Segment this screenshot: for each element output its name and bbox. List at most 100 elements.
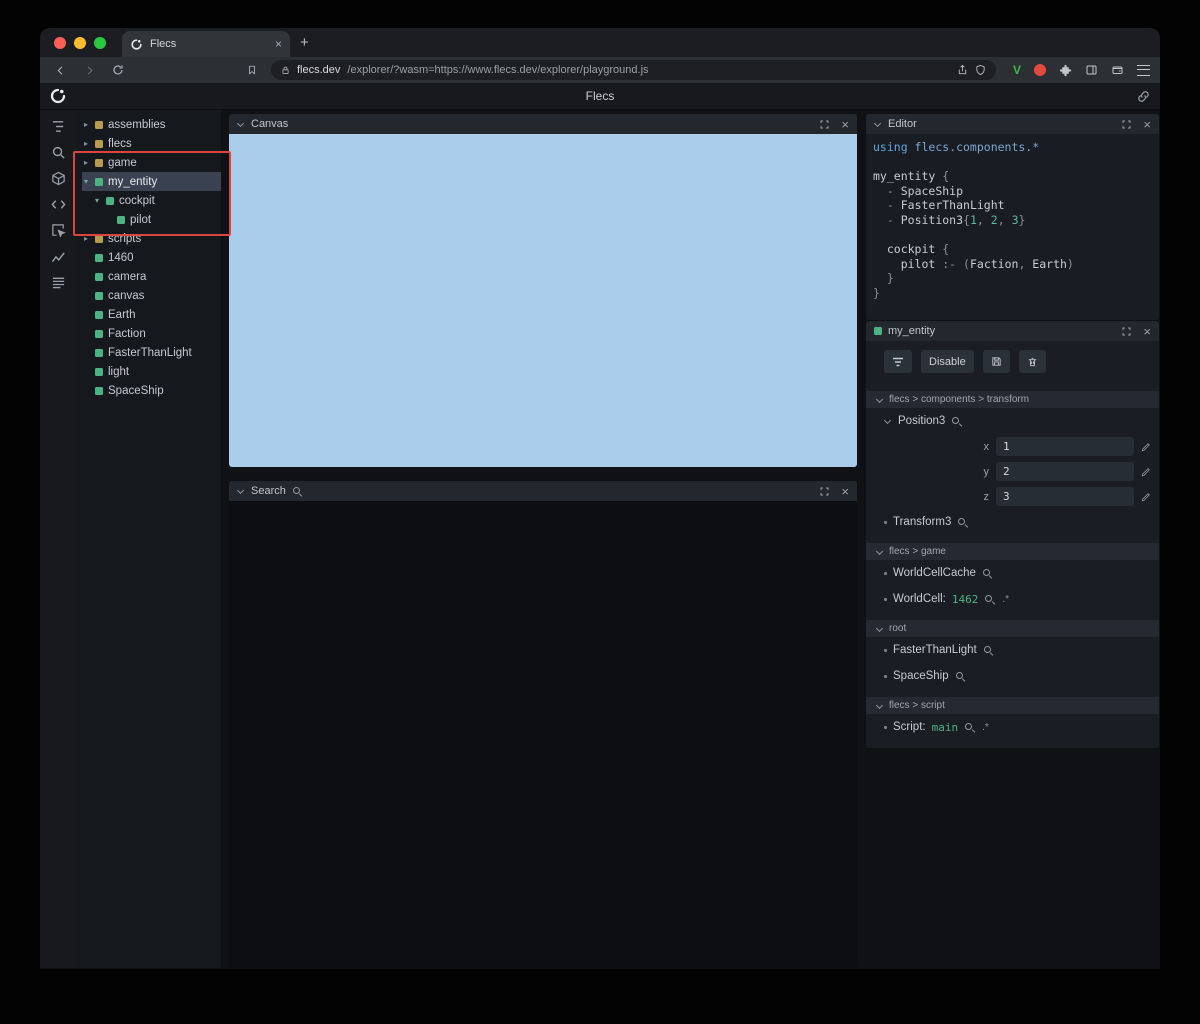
reload-icon[interactable] bbox=[108, 60, 128, 80]
chevron-down-icon[interactable] bbox=[237, 120, 245, 128]
entity-icon bbox=[95, 158, 103, 167]
inspector-section-header[interactable]: root bbox=[866, 620, 1159, 637]
tree-item-Earth[interactable]: Earth bbox=[82, 305, 221, 324]
vue-extension-icon[interactable]: V bbox=[1013, 63, 1021, 77]
fullscreen-icon[interactable] bbox=[1122, 327, 1131, 336]
tree-item-canvas[interactable]: canvas bbox=[82, 286, 221, 305]
inspector-section-header[interactable]: flecs > game bbox=[866, 543, 1159, 560]
tree-item-FasterThanLight[interactable]: FasterThanLight bbox=[82, 343, 221, 362]
component-row-WorldCell[interactable]: WorldCell: 1462 .* bbox=[866, 586, 1159, 612]
component-row-SpaceShip[interactable]: SpaceShip bbox=[866, 663, 1159, 689]
new-tab-button[interactable]: + bbox=[300, 34, 309, 51]
close-icon[interactable]: × bbox=[841, 118, 849, 131]
search-icon[interactable] bbox=[984, 594, 995, 605]
shield-icon[interactable] bbox=[975, 64, 986, 76]
delete-button[interactable] bbox=[1018, 350, 1046, 373]
field-value-input[interactable]: 1 bbox=[996, 437, 1134, 456]
filter-button[interactable] bbox=[884, 350, 912, 373]
field-value-input[interactable]: 3 bbox=[996, 487, 1134, 506]
red-extension-icon[interactable] bbox=[1034, 64, 1046, 76]
entity-icon bbox=[95, 329, 103, 338]
search-icon[interactable] bbox=[951, 416, 962, 427]
expand-arrow-icon[interactable]: ▸ bbox=[82, 139, 90, 148]
bullet-icon bbox=[884, 674, 887, 678]
share-icon[interactable] bbox=[957, 64, 968, 76]
wallet-icon[interactable] bbox=[1111, 64, 1124, 76]
puzzle-icon[interactable] bbox=[1059, 64, 1072, 77]
close-icon[interactable]: × bbox=[1143, 325, 1151, 338]
component-row-WorldCellCache[interactable]: WorldCellCache bbox=[866, 560, 1159, 586]
back-icon[interactable] bbox=[50, 60, 70, 80]
search-icon[interactable] bbox=[982, 568, 993, 579]
tab-close-icon[interactable]: × bbox=[275, 38, 282, 50]
tree-item-light[interactable]: light bbox=[82, 362, 221, 381]
window-controls bbox=[54, 36, 106, 49]
zoom-window-button[interactable] bbox=[94, 36, 106, 49]
tree-item-label: Earth bbox=[108, 308, 136, 321]
tree-item-Faction[interactable]: Faction bbox=[82, 324, 221, 343]
component-row-Script[interactable]: Script: main .* bbox=[866, 714, 1159, 740]
tree-item-1460[interactable]: 1460 bbox=[82, 248, 221, 267]
forward-icon[interactable] bbox=[79, 60, 99, 80]
tree-item-flecs[interactable]: ▸ flecs bbox=[82, 134, 221, 153]
close-icon[interactable]: × bbox=[841, 485, 849, 498]
edit-icon[interactable] bbox=[1141, 442, 1151, 452]
tree-item-camera[interactable]: camera bbox=[82, 267, 221, 286]
save-button[interactable] bbox=[982, 350, 1010, 373]
inspector-section-header[interactable]: flecs > components > transform bbox=[866, 391, 1159, 408]
chevron-down-icon[interactable] bbox=[884, 417, 892, 425]
tree-item-game[interactable]: ▸ game bbox=[82, 153, 221, 172]
expand-arrow-icon[interactable]: ▸ bbox=[82, 158, 90, 167]
tree-item-assemblies[interactable]: ▸ assemblies bbox=[82, 115, 221, 134]
sidebar-toggle-icon[interactable] bbox=[1085, 64, 1098, 76]
edit-icon[interactable] bbox=[1141, 467, 1151, 477]
pair-wildcard-suffix[interactable]: .* bbox=[1002, 594, 1009, 605]
fullscreen-icon[interactable] bbox=[1122, 120, 1131, 129]
tree-item-label: flecs bbox=[108, 137, 132, 150]
search-icon[interactable] bbox=[983, 645, 994, 656]
inspector-section-header[interactable]: flecs > script bbox=[866, 697, 1159, 714]
expand-arrow-icon[interactable]: ▸ bbox=[82, 234, 90, 243]
search-icon[interactable] bbox=[45, 140, 71, 164]
chevron-down-icon[interactable] bbox=[874, 120, 882, 128]
rows-icon[interactable] bbox=[45, 270, 71, 294]
inspect-icon[interactable] bbox=[45, 218, 71, 242]
code-icon[interactable] bbox=[45, 192, 71, 216]
chart-icon[interactable] bbox=[45, 244, 71, 268]
tree-item-cockpit[interactable]: ▾ cockpit bbox=[82, 191, 221, 210]
search-icon[interactable] bbox=[957, 517, 968, 528]
fullscreen-icon[interactable] bbox=[820, 120, 829, 129]
minimize-window-button[interactable] bbox=[74, 36, 86, 49]
component-row-FasterThanLight[interactable]: FasterThanLight bbox=[866, 637, 1159, 663]
menu-icon[interactable] bbox=[1137, 64, 1150, 76]
tree-icon[interactable] bbox=[45, 114, 71, 138]
tree-item-SpaceShip[interactable]: SpaceShip bbox=[82, 381, 221, 400]
disable-button[interactable]: Disable bbox=[921, 350, 974, 373]
code-editor[interactable]: using flecs.components.* my_entity { - S… bbox=[866, 134, 1159, 320]
bookmark-icon[interactable] bbox=[242, 60, 262, 80]
pair-wildcard-suffix[interactable]: .* bbox=[982, 722, 989, 733]
close-window-button[interactable] bbox=[54, 36, 66, 49]
link-icon[interactable] bbox=[1137, 90, 1150, 108]
edit-icon[interactable] bbox=[1141, 492, 1151, 502]
browser-tab[interactable]: Flecs × bbox=[122, 31, 290, 57]
address-bar[interactable]: flecs.dev /explorer/?wasm=https://www.fl… bbox=[271, 60, 996, 80]
component-row-Position3[interactable]: Position3 bbox=[866, 408, 1159, 434]
fullscreen-icon[interactable] bbox=[820, 487, 829, 496]
close-icon[interactable]: × bbox=[1143, 118, 1151, 131]
expand-arrow-icon[interactable]: ▸ bbox=[82, 120, 90, 129]
cube-icon[interactable] bbox=[45, 166, 71, 190]
chevron-down-icon[interactable] bbox=[237, 487, 245, 495]
tree-item-my_entity[interactable]: ▾ my_entity bbox=[82, 172, 221, 191]
tree-item-scripts[interactable]: ▸ scripts bbox=[82, 229, 221, 248]
collapse-arrow-icon[interactable]: ▾ bbox=[82, 177, 90, 186]
component-row-Transform3[interactable]: Transform3 bbox=[866, 509, 1159, 535]
canvas-viewport[interactable] bbox=[229, 134, 857, 467]
field-value-input[interactable]: 2 bbox=[996, 462, 1134, 481]
collapse-arrow-icon[interactable]: ▾ bbox=[93, 196, 101, 205]
tree-item-label: camera bbox=[108, 270, 147, 283]
entity-icon bbox=[95, 177, 103, 186]
search-icon[interactable] bbox=[955, 671, 966, 682]
tree-item-pilot[interactable]: pilot bbox=[82, 210, 221, 229]
search-icon[interactable] bbox=[964, 722, 975, 733]
